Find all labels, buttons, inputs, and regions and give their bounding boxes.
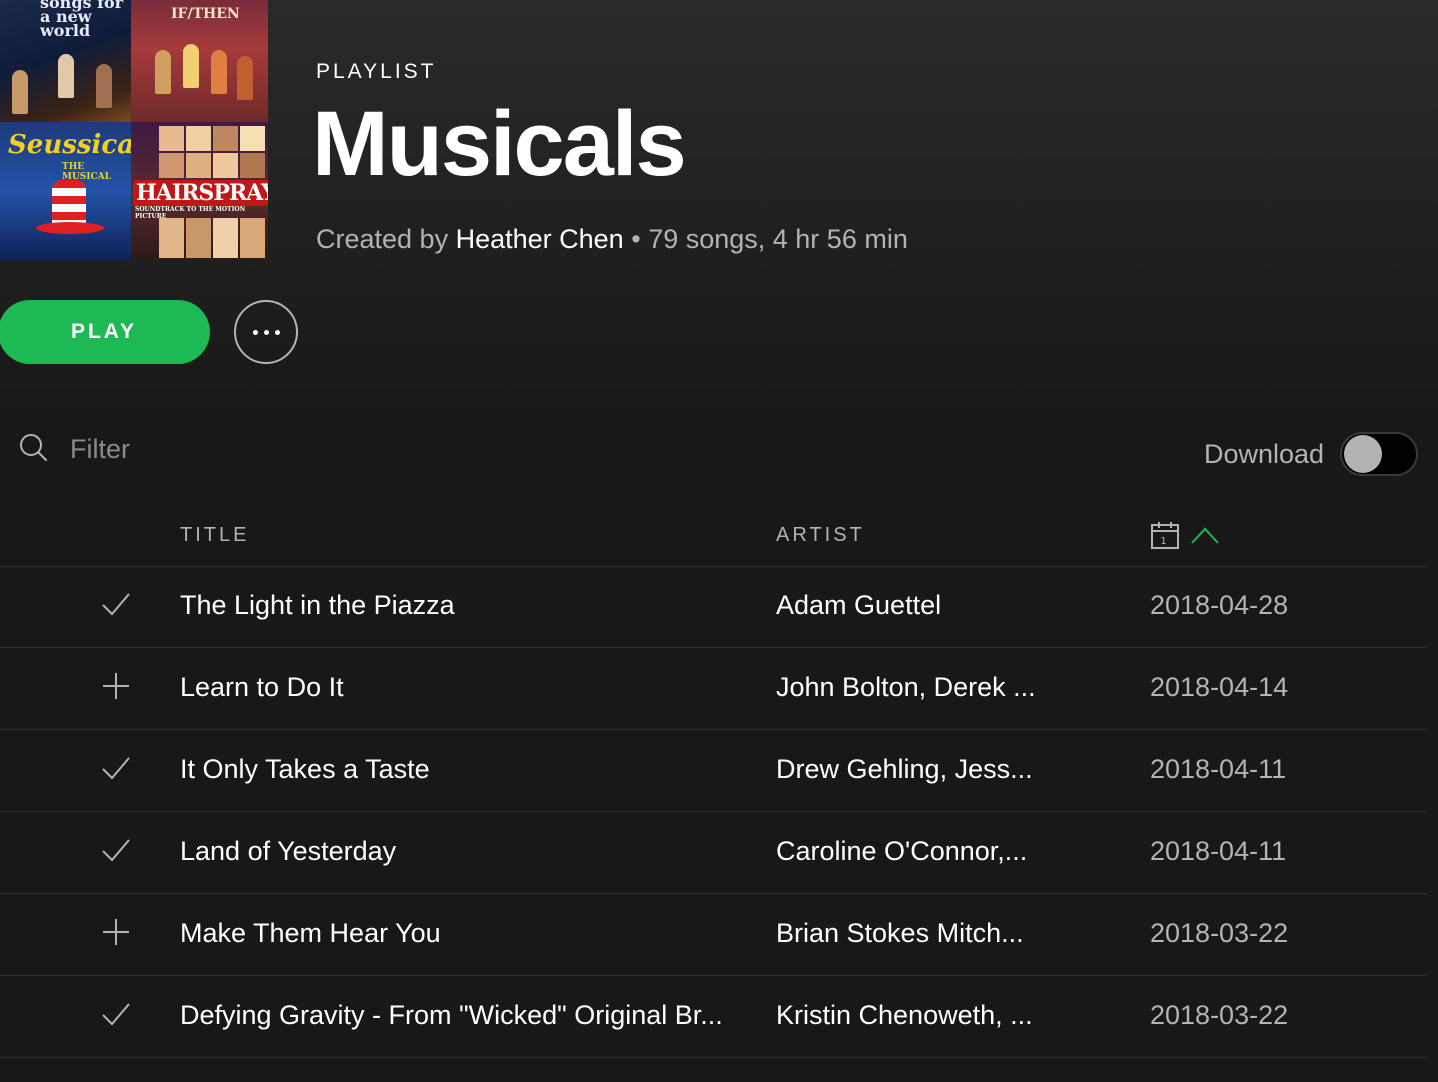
track-date-added: 2018-04-11 [1150,754,1287,784]
toggle-knob [1344,435,1383,473]
download-label: Download [1204,438,1325,469]
track-row[interactable]: It Only Takes a Taste Drew Gehling, Jess… [0,730,1426,812]
cover-tile: HAIRSPRAY SOUNDTRACK TO THE MOTION PICTU… [131,122,268,260]
track-title: Land of Yesterday [180,836,397,866]
svg-text:1: 1 [1160,536,1169,547]
column-header-artist[interactable]: ARTIST [776,524,865,547]
track-title: Defying Gravity - From "Wicked" Original… [180,1000,723,1030]
cover-figure [12,70,28,114]
cover-tile-text: Seussical [8,130,131,160]
cat-hat-brim [36,222,104,234]
playlist-title: Musicals [312,93,687,195]
track-artist[interactable]: Brian Stokes Mitch... [776,918,1076,949]
track-date-added: 2018-04-14 [1150,672,1289,702]
track-title: It Only Takes a Taste [180,754,430,784]
track-date-added: 2018-04-28 [1150,590,1289,620]
cover-tile-text: songs for a new world [40,0,124,40]
track-date-added: 2018-04-11 [1150,836,1287,866]
more-options-button[interactable] [234,300,298,364]
track-date-added: 2018-03-22 [1150,1000,1289,1030]
track-title: Make Them Hear You [180,918,441,948]
track-title: Learn to Do It [180,672,344,702]
track-artist[interactable]: Drew Gehling, Jess... [776,754,1076,785]
column-header-date[interactable]: 1 [1150,520,1220,556]
check-icon[interactable] [100,588,132,620]
cat-hat-image [52,180,86,224]
playlist-cover: songs for a new world IF/THEN Seussical … [0,0,268,260]
playlist-stats: 79 songs, 4 hr 56 min [648,224,908,254]
track-row[interactable]: Make Them Hear You Brian Stokes Mitch...… [0,894,1426,976]
search-icon [18,432,48,467]
ellipsis-icon [252,329,280,335]
track-row[interactable]: Defying Gravity - From "Wicked" Original… [0,976,1426,1058]
track-artist[interactable]: Adam Guettel [776,590,1076,621]
playlist-meta: Created by Heather Chen • 79 songs, 4 hr… [316,224,908,255]
calendar-icon: 1 [1150,520,1180,556]
cover-figure [96,64,112,108]
cover-tile-text: IF/THEN [171,6,240,22]
cover-figure [58,54,74,98]
playlist-type-label: PLAYLIST [316,60,437,83]
chevron-up-icon [1190,525,1220,551]
cover-faces [159,126,265,178]
track-title: The Light in the Piazza [180,590,455,620]
filter-input[interactable] [68,433,432,466]
check-icon[interactable] [100,998,132,1030]
track-artist[interactable]: John Bolton, Derek ... [776,672,1076,703]
plus-icon[interactable] [100,670,132,702]
track-table-header: TITLE ARTIST 1 [0,520,1426,567]
download-control: Download [1204,432,1419,476]
playlist-page: songs for a new world IF/THEN Seussical … [0,0,1438,1082]
cover-tile-subtext: THE MUSICAL [62,162,111,182]
column-header-title[interactable]: TITLE [180,524,249,547]
play-button[interactable]: PLAY [0,300,210,364]
track-row[interactable]: Learn to Do It John Bolton, Derek ... 20… [0,648,1426,730]
meta-separator: • [631,224,641,254]
track-row[interactable]: Land of Yesterday Caroline O'Connor,... … [0,812,1426,894]
owner-link[interactable]: Heather Chen [456,224,624,254]
cover-figure [183,44,199,88]
check-icon[interactable] [100,752,132,784]
track-row[interactable]: The Light in the Piazza Adam Guettel 201… [0,566,1426,648]
cover-faces [159,218,265,258]
track-artist[interactable]: Caroline O'Connor,... [776,836,1076,867]
cover-figure [237,56,253,100]
cover-figure [155,50,171,94]
track-artist[interactable]: Kristin Chenoweth, ... [776,1000,1076,1031]
track-list: The Light in the Piazza Adam Guettel 201… [0,566,1426,1058]
cover-tile: Seussical THE MUSICAL [0,122,131,260]
cover-tile: IF/THEN [131,0,268,122]
track-date-added: 2018-03-22 [1150,918,1289,948]
check-icon[interactable] [100,834,132,866]
cover-figure [211,50,227,94]
cover-tile-text: HAIRSPRAY [133,180,268,206]
plus-icon[interactable] [100,916,132,948]
download-toggle[interactable] [1340,432,1419,476]
created-by-label: Created by [316,224,449,254]
cover-tile: songs for a new world [0,0,131,122]
filter-bar [18,432,432,467]
